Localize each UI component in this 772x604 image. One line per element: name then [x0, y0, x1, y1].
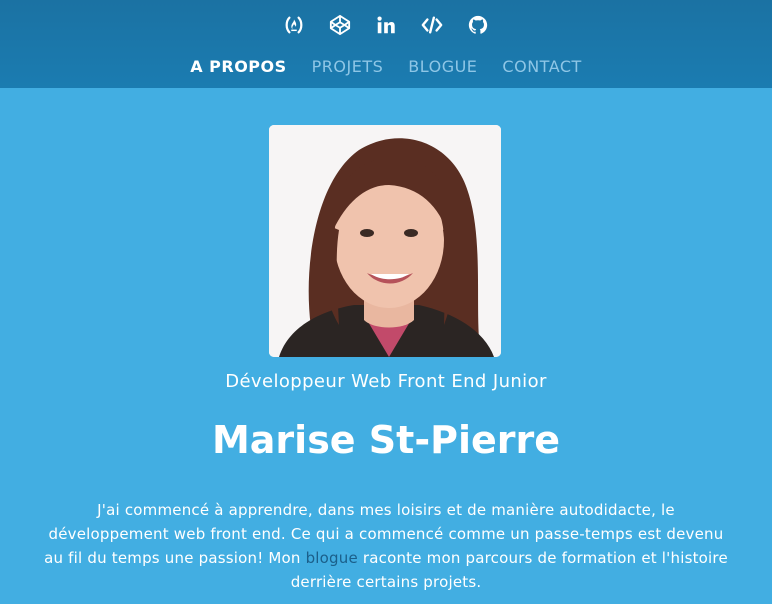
nav-item-blogue[interactable]: BLOGUE [408, 57, 477, 77]
code-icon[interactable] [420, 13, 444, 37]
about-section: Développeur Web Front End Junior Marise … [0, 88, 772, 604]
profile-photo [269, 125, 501, 357]
nav-item-a-propos[interactable]: A PROPOS [190, 57, 286, 77]
social-links [0, 13, 772, 37]
blog-link[interactable]: blogue [306, 549, 358, 567]
site-header: A PROPOS PROJETS BLOGUE CONTACT [0, 0, 772, 88]
bio-paragraph: J'ai commencé à apprendre, dans mes lois… [40, 498, 732, 594]
freecodecamp-icon[interactable] [282, 13, 306, 37]
job-title: Développeur Web Front End Junior [225, 371, 547, 392]
github-icon[interactable] [466, 13, 490, 37]
linkedin-icon[interactable] [374, 13, 398, 37]
person-name: Marise St-Pierre [211, 418, 561, 462]
main-nav: A PROPOS PROJETS BLOGUE CONTACT [0, 57, 772, 77]
nav-item-contact[interactable]: CONTACT [502, 57, 581, 77]
nav-item-projets[interactable]: PROJETS [312, 57, 384, 77]
codepen-icon[interactable] [328, 13, 352, 37]
